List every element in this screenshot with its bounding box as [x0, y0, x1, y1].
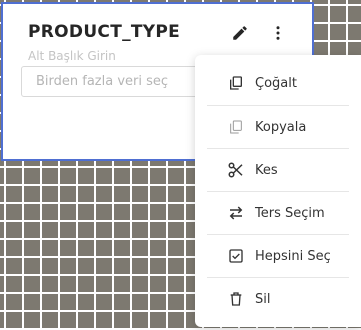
- multi-select-input[interactable]: Birden fazla veri seç: [21, 66, 221, 97]
- menu-item-copy[interactable]: Kopyala: [195, 106, 361, 148]
- menu-item-label: Kopyala: [255, 119, 307, 135]
- menu-item-label: Sil: [255, 291, 271, 307]
- menu-item-select-all[interactable]: Hepsini Seç: [195, 235, 361, 277]
- swap-icon: [226, 203, 246, 223]
- menu-item-cut[interactable]: Kes: [195, 149, 361, 191]
- more-vertical-icon[interactable]: [266, 21, 290, 45]
- scissors-icon: [226, 160, 246, 180]
- card-title[interactable]: PRODUCT_TYPE: [28, 22, 180, 42]
- duplicate-icon: [226, 73, 246, 93]
- menu-item-label: Ters Seçim: [255, 205, 325, 221]
- menu-item-label: Hepsini Seç: [255, 248, 331, 264]
- copy-icon: [226, 117, 246, 137]
- menu-item-delete[interactable]: Sil: [195, 278, 361, 320]
- menu-item-label: Çoğalt: [255, 75, 297, 91]
- select-placeholder: Birden fazla veri seç: [36, 74, 169, 89]
- checkbox-icon: [226, 246, 246, 266]
- menu-item-label: Kes: [255, 162, 278, 178]
- trash-icon: [226, 289, 246, 309]
- card-subtitle-input[interactable]: Alt Başlık Girin: [28, 49, 116, 63]
- menu-item-duplicate[interactable]: Çoğalt: [195, 62, 361, 104]
- context-menu: Çoğalt Kopyala Kes Ters Seçim Hepsini Se…: [195, 55, 361, 327]
- pencil-icon[interactable]: [228, 21, 252, 45]
- menu-item-invert-selection[interactable]: Ters Seçim: [195, 192, 361, 234]
